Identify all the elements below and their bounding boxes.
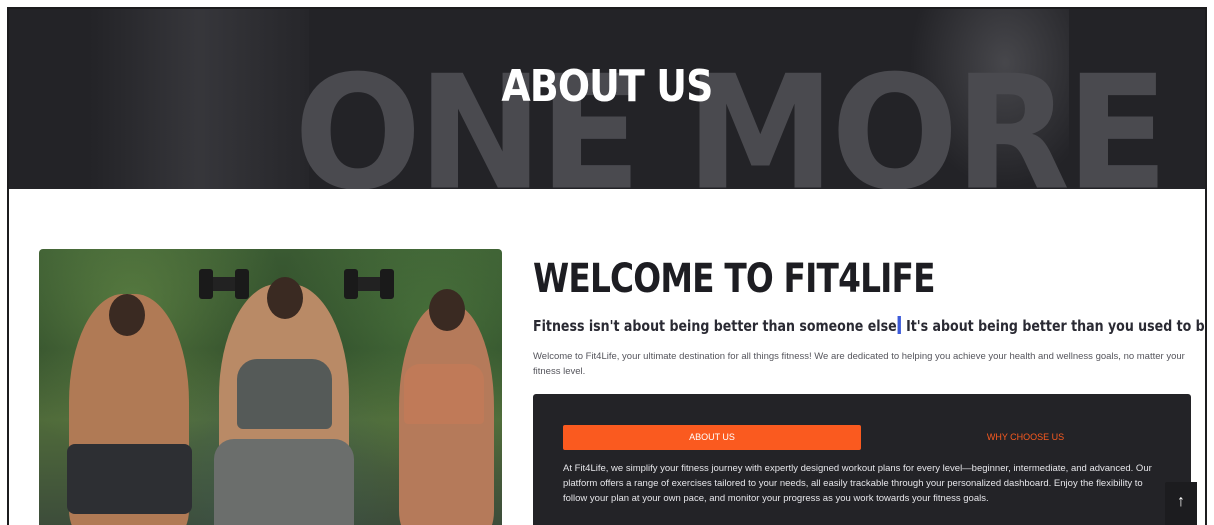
photo-person-head [429,289,465,331]
dumbbell-icon [199,269,249,299]
section-title: WELCOME TO FIT4LIFE [533,256,936,302]
page-title: ABOUT US [501,61,713,112]
tagline: Fitness isn't about being better than so… [533,316,1207,335]
arrow-up-icon: ↑ [1177,493,1185,510]
tab-why-choose-us[interactable]: WHY CHOOSE US [893,425,1158,450]
dumbbell-icon [344,269,394,299]
photo-person-shorts [67,444,192,514]
tab-about-us[interactable]: ABOUT US [563,425,861,450]
intro-paragraph: Welcome to Fit4Life, your ultimate desti… [533,351,1185,377]
tab-panel: ABOUT US WHY CHOOSE US At Fit4Life, we s… [533,394,1191,525]
tagline-part-2: It's about being better than you used to… [901,317,1207,335]
photo-person-legs [214,439,354,525]
photo-person-top [404,364,484,424]
tagline-part-1: Fitness isn't about being better than so… [533,317,897,335]
text-cursor [897,316,901,334]
hero-banner: ONE MORE ABOUT US [9,9,1205,189]
tab-content-text: At Fit4Life, we simplify your fitness jo… [563,463,1152,504]
photo-person-head [109,294,145,336]
scroll-to-top-button[interactable]: ↑ [1165,482,1197,525]
photo-person-top [237,359,332,429]
photo-person-head [267,277,303,319]
page-frame: ONE MORE ABOUT US WELCOME TO FIT4LIFE Fi… [7,7,1207,525]
fitness-photo [39,249,502,525]
